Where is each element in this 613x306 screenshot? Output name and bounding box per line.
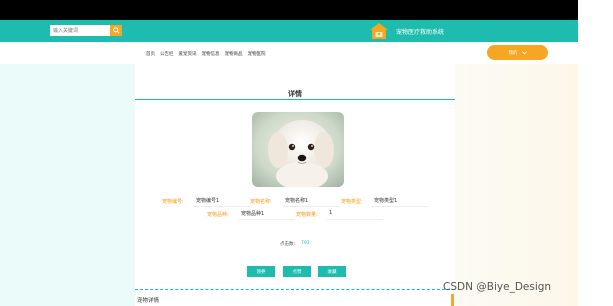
left-background-panel [0, 64, 135, 306]
field-label-pet-breed: 宠物品种: [207, 212, 229, 218]
section-label-pet-details: 宠物详情 [137, 298, 160, 304]
field-value-pet-count: 1 [329, 210, 333, 216]
chevron-down-icon [521, 50, 527, 54]
field-value-pet-breed: 宠物品种1 [241, 211, 265, 217]
detail-title: 详情 [288, 90, 302, 98]
nav-link-news[interactable]: 爱宠资讯 [179, 51, 197, 57]
nav-links: 首页 公告栏 爱宠资讯 宠物信息 宠物商品 宠物医院 [146, 51, 266, 57]
field-value-pet-no: 宠物编号1 [196, 198, 220, 204]
field-value-pet-type: 宠物类型1 [374, 198, 398, 204]
search-button[interactable] [110, 25, 122, 36]
field-value-pet-name: 宠物名称1 [285, 198, 309, 204]
clicks-label: 点击数: [280, 242, 296, 247]
house-logo-icon [370, 23, 388, 39]
like-button[interactable]: 点赞 [283, 266, 311, 277]
field-underline [194, 206, 252, 207]
field-underline [283, 206, 339, 207]
clicks-value: 793 [301, 241, 310, 246]
field-label-pet-name: 宠物名称: [250, 199, 272, 205]
detail-content: 详情 宠物编号: 宠物编号1 宠物名称: 宠物名称1 宠物类型: 宠物类型1 宠… [135, 64, 455, 306]
pet-photo [252, 112, 344, 187]
title-divider [135, 99, 455, 100]
nav-link-hospital[interactable]: 宠物医院 [248, 51, 266, 57]
site-title: 宠物医疗救助系统 [396, 29, 445, 36]
search-box [50, 25, 122, 36]
site-header: 宠物医疗救助系统 [0, 20, 578, 42]
search-icon [112, 27, 120, 34]
field-label-pet-count: 宠物数量: [296, 212, 318, 218]
section-divider [135, 289, 455, 290]
right-background-panel [455, 64, 578, 306]
adopt-button[interactable]: 领养 [247, 266, 275, 277]
field-underline [239, 219, 295, 220]
field-underline [372, 206, 428, 207]
nav-link-pets[interactable]: 宠物信息 [202, 51, 220, 57]
favorite-button[interactable]: 收藏 [318, 266, 346, 277]
search-input[interactable] [50, 25, 110, 36]
field-underline [327, 219, 383, 220]
right-gutter [578, 0, 613, 306]
field-label-pet-type: 宠物类型: [341, 199, 363, 205]
user-menu-button[interactable]: 我的 [487, 45, 548, 60]
nav-link-home[interactable]: 首页 [146, 51, 155, 57]
main-navbar: 首页 公告栏 爱宠资讯 宠物信息 宠物商品 宠物医院 我的 [0, 42, 578, 65]
section-accent-bar [451, 294, 454, 306]
top-black-bar [0, 0, 578, 20]
field-label-pet-no: 宠物编号: [162, 199, 184, 205]
csdn-watermark: CSDN @Biye_Design [443, 281, 552, 293]
nav-link-notice[interactable]: 公告栏 [160, 51, 174, 57]
nav-link-goods[interactable]: 宠物商品 [225, 51, 243, 57]
user-menu-label: 我的 [508, 50, 518, 56]
